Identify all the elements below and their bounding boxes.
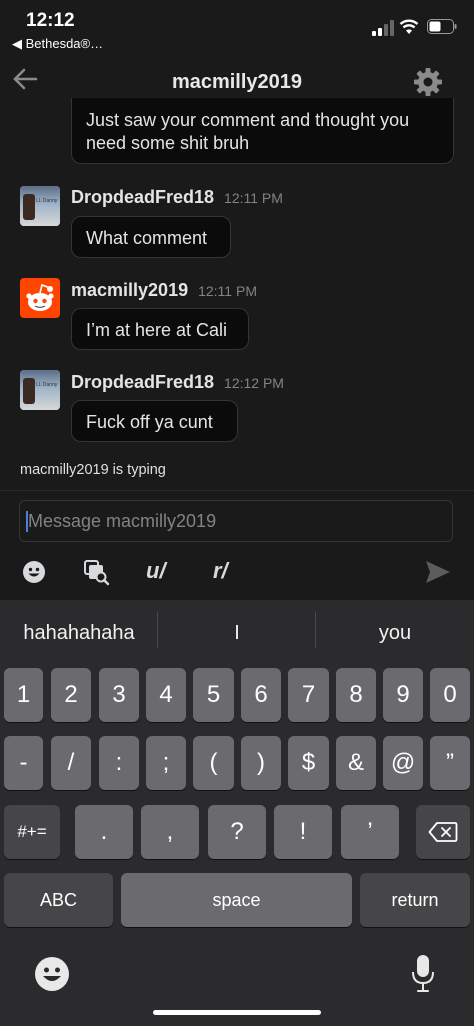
key[interactable]: : <box>99 736 139 790</box>
signal-icon <box>372 20 394 36</box>
send-icon[interactable] <box>425 560 451 584</box>
avatar[interactable]: LL Danny <box>20 370 60 410</box>
message-bubble: I’m at here at Cali <box>71 308 249 350</box>
key[interactable]: ) <box>241 736 281 790</box>
message-time: 12:11 PM <box>224 190 283 206</box>
key[interactable]: 7 <box>288 668 329 722</box>
message-text: I’m at here at Cali <box>86 320 228 340</box>
key[interactable]: 5 <box>193 668 234 722</box>
subreddit-mention-button[interactable]: r/ <box>213 558 228 584</box>
key[interactable]: 4 <box>146 668 186 722</box>
backspace-key[interactable] <box>416 805 470 859</box>
key[interactable]: 0 <box>430 668 470 722</box>
abc-key[interactable]: ABC <box>4 873 113 927</box>
key[interactable]: & <box>336 736 376 790</box>
suggestion-item[interactable]: I <box>170 622 304 645</box>
message-time: 12:11 PM <box>198 283 257 299</box>
key[interactable]: 2 <box>51 668 91 722</box>
message-text: Just saw your comment and thought you ne… <box>86 110 410 153</box>
key[interactable]: 3 <box>99 668 139 722</box>
emoji-icon[interactable] <box>22 560 46 584</box>
key[interactable]: @ <box>383 736 423 790</box>
avatar-caption: LL Danny <box>36 198 58 204</box>
suggestion-item[interactable]: hahahahaha <box>14 622 144 645</box>
message-text: Fuck off ya cunt <box>86 412 213 432</box>
user-mention-button[interactable]: u/ <box>146 558 166 584</box>
typing-indicator: macmilly2019 is typing <box>20 462 166 478</box>
keyboard-emoji-icon[interactable] <box>34 956 70 992</box>
key[interactable]: 9 <box>383 668 423 722</box>
key[interactable]: 1 <box>4 668 43 722</box>
key[interactable]: ? <box>208 805 266 859</box>
username[interactable]: macmilly2019 <box>71 280 188 300</box>
key[interactable]: / <box>51 736 91 790</box>
avatar[interactable]: LL Danny <box>20 186 60 226</box>
suggestion-item[interactable]: you <box>330 622 460 645</box>
key[interactable]: - <box>4 736 43 790</box>
chat-title: macmilly2019 <box>171 71 303 93</box>
return-key[interactable]: return <box>360 873 470 927</box>
username[interactable]: DropdeadFred18 <box>71 372 214 392</box>
message-author[interactable]: DropdeadFred18 12:11 PM <box>71 187 283 208</box>
message-author[interactable]: DropdeadFred18 12:12 PM <box>71 372 284 393</box>
symbols-key[interactable]: #+= <box>4 805 60 859</box>
key[interactable]: 6 <box>241 668 281 722</box>
space-key[interactable]: space <box>121 873 352 927</box>
reddit-snoo-icon <box>26 283 54 311</box>
microphone-icon[interactable] <box>411 954 435 994</box>
gif-search-icon[interactable] <box>84 560 110 586</box>
message-time: 12:12 PM <box>224 375 284 391</box>
suggestion-divider <box>157 612 158 648</box>
key[interactable]: , <box>141 805 199 859</box>
username[interactable]: DropdeadFred18 <box>71 187 214 207</box>
key[interactable]: $ <box>288 736 329 790</box>
avatar[interactable] <box>20 278 60 318</box>
back-to-app-link[interactable]: ◀ Bethesda®… <box>12 36 103 52</box>
message-bubble: Just saw your comment and thought you ne… <box>71 98 454 164</box>
message-bubble: What comment <box>71 216 231 258</box>
home-indicator[interactable] <box>153 1010 321 1015</box>
status-time: 12:12 <box>26 10 75 31</box>
key[interactable]: ; <box>146 736 186 790</box>
message-bubble: Fuck off ya cunt <box>71 400 238 442</box>
key[interactable]: 8 <box>336 668 376 722</box>
message-text: What comment <box>86 228 208 248</box>
backspace-icon <box>428 822 458 842</box>
key[interactable]: ( <box>193 736 234 790</box>
avatar-caption: LL Danny <box>36 382 58 388</box>
gear-icon[interactable] <box>412 66 444 98</box>
message-author[interactable]: macmilly2019 12:11 PM <box>71 280 257 301</box>
text-cursor <box>26 511 28 532</box>
key[interactable]: ’ <box>341 805 399 859</box>
key[interactable]: ” <box>430 736 470 790</box>
suggestion-divider <box>315 612 316 648</box>
wifi-icon <box>399 19 419 34</box>
divider <box>0 490 474 491</box>
key[interactable]: ! <box>274 805 332 859</box>
battery-icon <box>427 19 457 34</box>
key[interactable]: . <box>75 805 133 859</box>
message-input[interactable] <box>19 500 453 542</box>
